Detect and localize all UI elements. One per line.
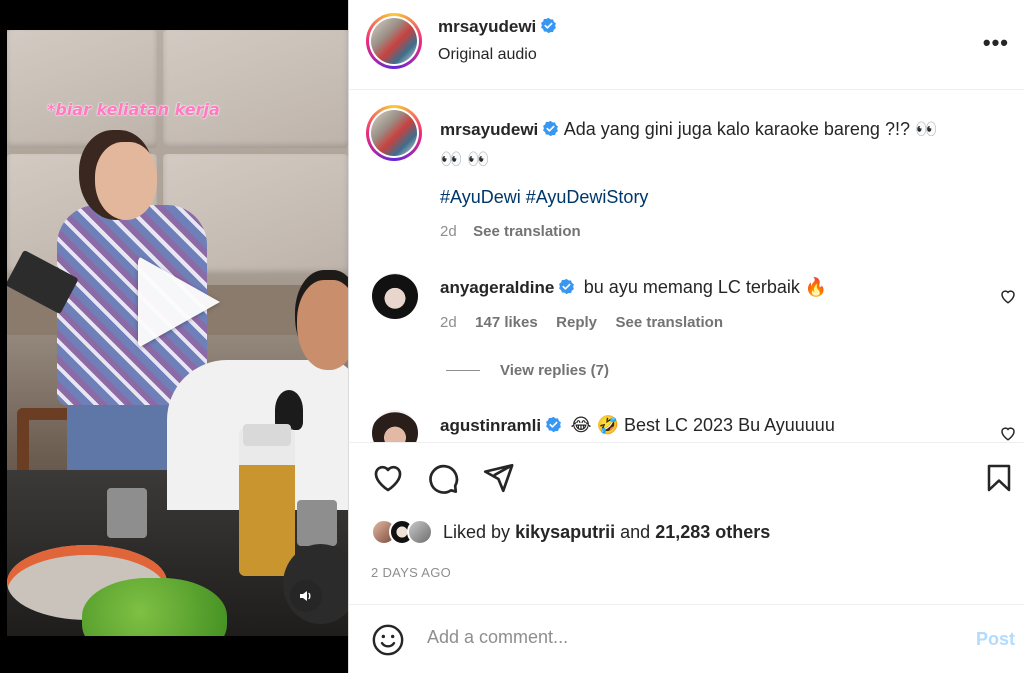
liked-by-user[interactable]: kikysaputrii [515, 522, 615, 542]
caption-time: 2d [440, 223, 457, 240]
cup [297, 500, 337, 546]
verified-icon [559, 278, 575, 295]
caption-see-translation[interactable]: See translation [473, 223, 581, 240]
bottle-cap [243, 424, 291, 446]
comment-text: 😂 🤣 Best LC 2023 Bu Ayuuuuu [570, 415, 835, 435]
caption-text: Ada yang gini juga kalo karaoke bareng ?… [563, 119, 938, 139]
bottle [239, 428, 295, 576]
liker-avatar [407, 519, 433, 545]
liked-by-and: and [620, 521, 651, 542]
comment-input[interactable] [427, 627, 927, 648]
view-replies[interactable]: View replies (7) [446, 362, 609, 379]
liked-by-text: Liked by kikysaputrii and 21,283 others [443, 522, 770, 543]
comment-username[interactable]: agustinramli [440, 416, 541, 435]
likes-count[interactable]: 21,283 others [655, 522, 770, 542]
author-username[interactable]: mrsayudewi [438, 17, 536, 36]
comment-text: bu ayu memang LC terbaik 🔥 [583, 277, 828, 297]
caption: mrsayudewi Ada yang gini juga kalo karao… [440, 115, 1000, 175]
caption-text-cont: 👀 👀 [440, 149, 490, 169]
commenter-avatar[interactable] [372, 410, 418, 442]
play-icon[interactable] [138, 256, 220, 348]
send-icon [483, 463, 514, 493]
comment-icon [429, 464, 459, 494]
comment-row: agustinramli 😂 🤣 Best LC 2023 Bu Ayuuuuu [440, 415, 835, 436]
replies-divider [446, 370, 480, 371]
emoji-icon [372, 624, 404, 656]
man-head [297, 280, 348, 370]
comment-row: anyageraldine bu ayu memang LC terbaik 🔥 [440, 277, 827, 298]
author-avatar[interactable] [366, 13, 422, 69]
add-comment-bar: Post [349, 604, 1024, 673]
verified-icon [546, 416, 561, 433]
liked-by[interactable]: Liked by kikysaputrii and 21,283 others [371, 519, 770, 545]
wall-panel [7, 30, 157, 148]
comment-button[interactable] [426, 461, 460, 495]
more-options-button[interactable]: ••• [983, 30, 1009, 56]
caption-avatar[interactable] [366, 105, 422, 161]
reply-button[interactable]: Reply [556, 314, 597, 331]
post-date: 2 DAYS AGO [371, 565, 452, 580]
comments-section[interactable]: mrsayudewi Ada yang gini juga kalo karao… [349, 90, 1024, 442]
woman-head [95, 142, 157, 220]
share-button[interactable] [481, 461, 515, 495]
emoji-button[interactable] [371, 623, 405, 657]
audio-link[interactable]: Original audio [438, 46, 537, 64]
wall-panel [163, 30, 348, 148]
caption-hashtags[interactable]: #AyuDewi #AyuDewiStory [440, 187, 648, 208]
like-comment-icon[interactable] [999, 424, 1017, 442]
post-header: mrsayudewi Original audio ••• [349, 0, 1024, 90]
cup [107, 488, 147, 538]
comment-see-translation[interactable]: See translation [615, 314, 723, 331]
comment-time: 2d [440, 314, 457, 331]
verified-icon [543, 120, 559, 137]
commenter-avatar[interactable] [372, 273, 418, 319]
heart-icon [374, 465, 402, 492]
video-overlay-caption: *biar keliatan kerja [47, 100, 220, 119]
liked-by-prefix: Liked by [443, 521, 511, 542]
video-player[interactable]: *biar keliatan kerja [0, 0, 348, 673]
post-actions: Liked by kikysaputrii and 21,283 others … [349, 442, 1024, 604]
comment-likes[interactable]: 147 likes [475, 314, 538, 331]
caption-username[interactable]: mrsayudewi [440, 120, 538, 139]
save-button[interactable] [983, 461, 1015, 495]
verified-icon [541, 17, 557, 34]
comment-username[interactable]: anyageraldine [440, 278, 554, 297]
mute-button[interactable] [290, 580, 322, 612]
like-comment-icon[interactable] [999, 287, 1017, 305]
post-sidebar: mrsayudewi Original audio ••• mrsayudewi… [348, 0, 1024, 673]
bookmark-icon [987, 464, 1011, 492]
speaker-icon [300, 591, 311, 601]
like-button[interactable] [371, 461, 405, 495]
post-button[interactable]: Post [976, 629, 1015, 650]
view-replies-label[interactable]: View replies (7) [500, 362, 609, 379]
